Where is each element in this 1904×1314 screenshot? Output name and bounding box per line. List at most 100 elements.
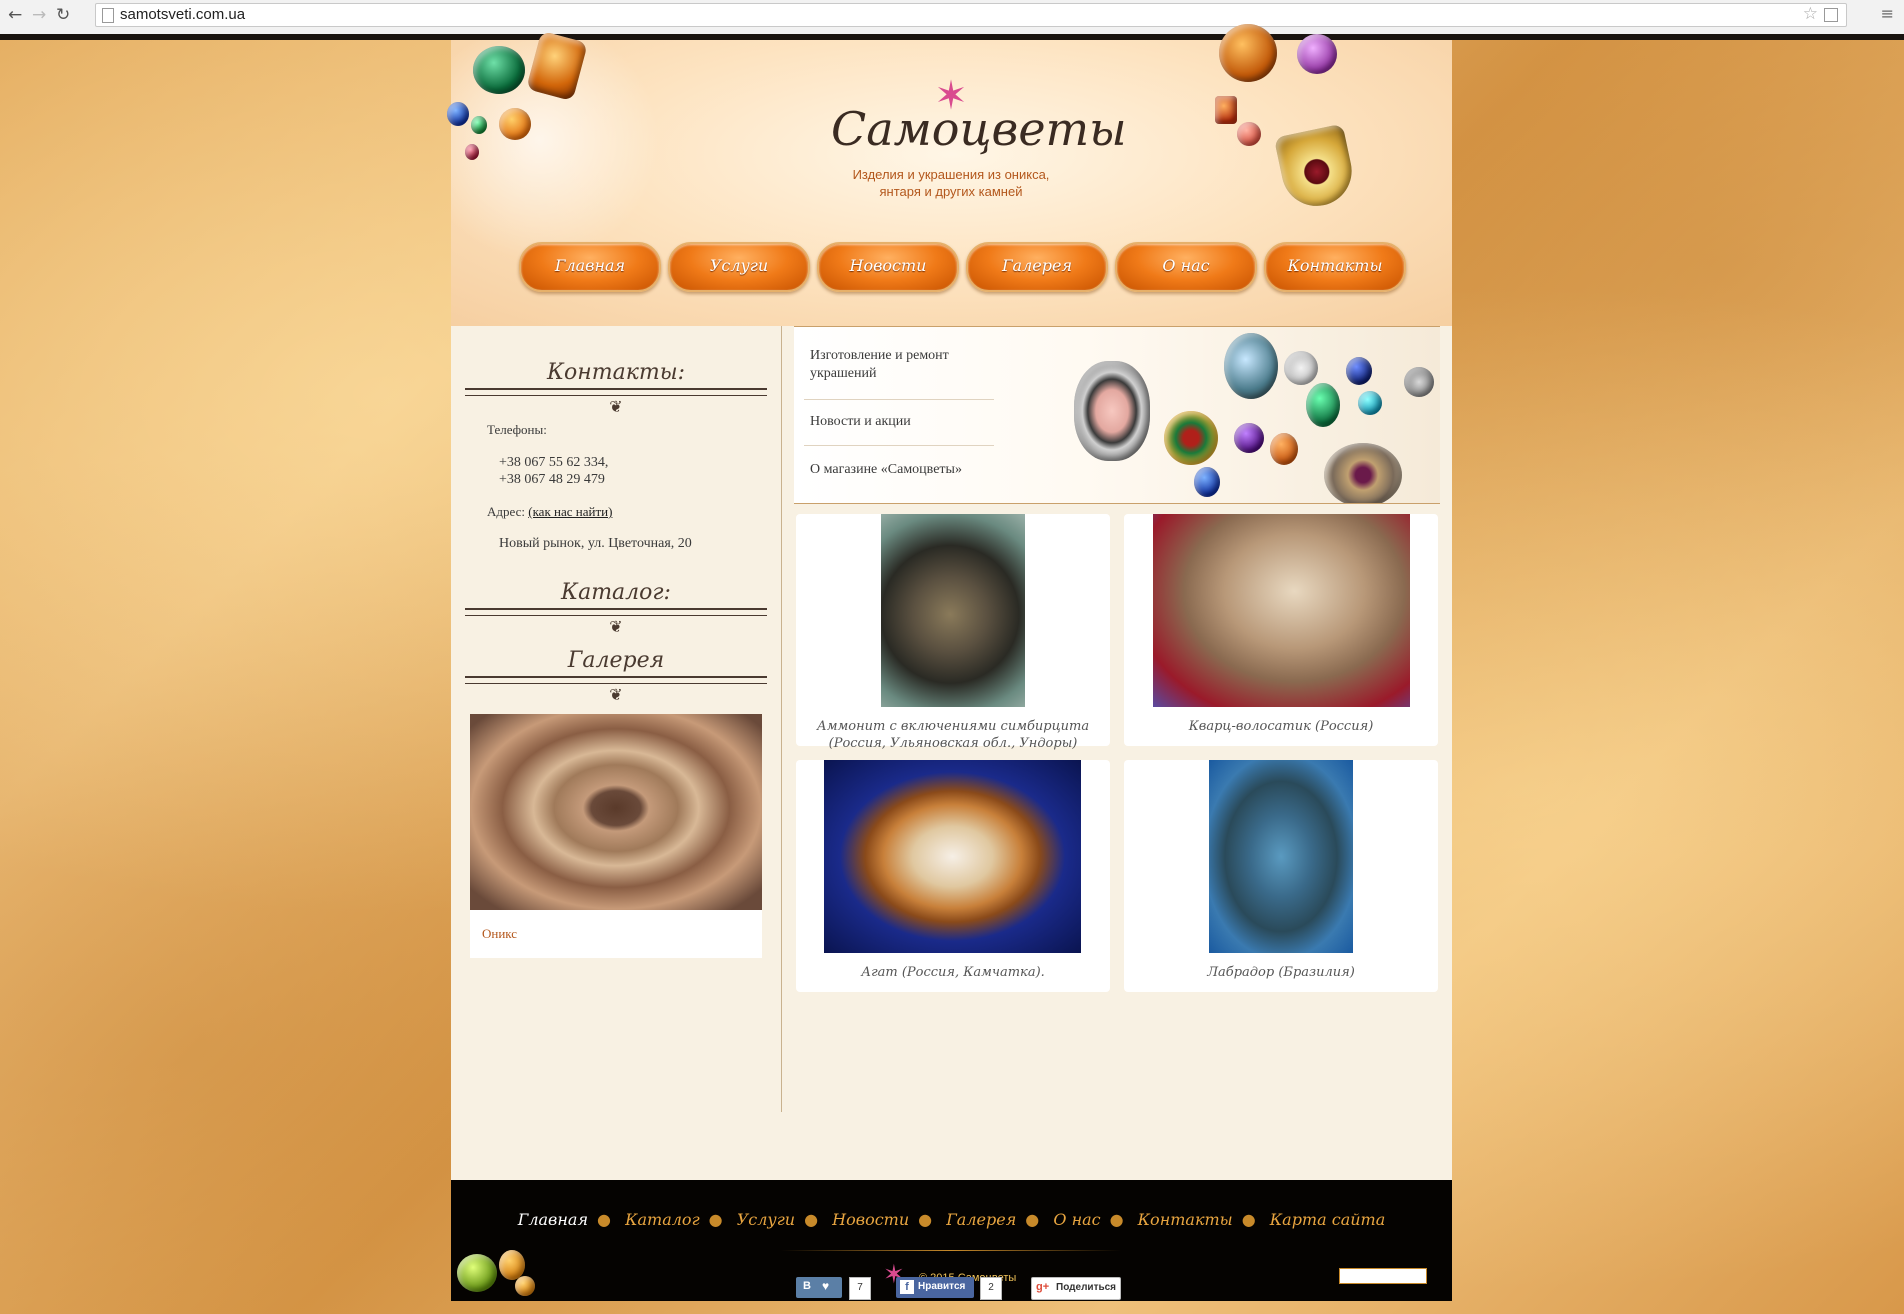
amber-round-gem-icon (1219, 24, 1277, 82)
visit-counter[interactable] (1339, 1268, 1427, 1284)
footer-link-catalog[interactable]: Каталог (625, 1210, 700, 1229)
menu-icon[interactable]: ≡ (1881, 4, 1894, 23)
divider (465, 676, 767, 684)
gallery-caption: Кварц-волосатик (Россия) (1188, 719, 1374, 734)
abalone-pendant-icon (1224, 333, 1278, 399)
divider (465, 608, 767, 616)
gallery-caption: Лабрадор (Бразилия) (1207, 965, 1355, 980)
quartz-photo[interactable] (1153, 514, 1410, 707)
column-divider (781, 326, 782, 1112)
ornament-icon: ❦ (609, 399, 623, 416)
citrine-gem-icon (499, 108, 531, 140)
extension-icon[interactable] (1824, 8, 1838, 22)
nav-gallery-button[interactable]: Галерея (966, 242, 1108, 292)
divider (465, 388, 767, 396)
footer-divider (781, 1250, 1121, 1251)
contacts-heading: Контакты: (546, 360, 686, 385)
footer-link-contacts[interactable]: Контакты (1138, 1210, 1233, 1229)
footer-link-home[interactable]: Главная (518, 1210, 588, 1229)
catalog-heading[interactable]: Каталог: (465, 578, 767, 608)
gallery-widget[interactable]: Оникс (470, 714, 762, 958)
vk-share-button[interactable]: В ♥ (796, 1277, 842, 1298)
jewelry-banner-image (1074, 327, 1440, 503)
page-icon (102, 8, 114, 23)
silver-bead-icon (1404, 367, 1434, 397)
ammonite-photo[interactable] (881, 514, 1025, 707)
gallery-card[interactable]: Аммонит с включениями симбирцита (Россия… (796, 514, 1110, 751)
banner-link-news[interactable]: Новости и акции (810, 413, 990, 431)
gallery-heading[interactable]: Галерея (465, 646, 767, 676)
back-arrow-icon[interactable]: ← (8, 5, 22, 25)
main-content: Контакты: ❦ Телефоны: +38 067 55 62 334,… (451, 326, 1452, 1180)
gallery-caption-link[interactable]: Оникс (482, 926, 517, 942)
garnet-gem-icon (1215, 96, 1237, 124)
moonstone-icon (1284, 351, 1318, 385)
malachite-icon (1306, 383, 1340, 427)
site-header: ✶ Самоцветы Изделия и украшения из оникс… (447, 24, 1452, 326)
nav-news-button[interactable]: Новости (817, 242, 959, 292)
address-text: Новый рынок, ул. Цветочная, 20 (499, 536, 692, 551)
facebook-icon: f (900, 1280, 914, 1294)
onyx-photo[interactable] (470, 714, 762, 910)
nav-home-button[interactable]: Главная (519, 242, 661, 292)
footer-link-news[interactable]: Новости (832, 1210, 909, 1229)
gallery-card[interactable]: Кварц-волосатик (Россия) (1124, 514, 1438, 746)
footer-nav: Главная ● Каталог ● Услуги ● Новости ● Галер… (517, 1210, 1386, 1229)
gallery-card[interactable]: Агат (Россия, Камчатка). (796, 760, 1110, 992)
phones-label: Телефоны: (487, 422, 547, 437)
site-logo-title[interactable]: Самоцветы (831, 102, 1127, 156)
site-page: ✶ Самоцветы Изделия и украшения из оникс… (447, 24, 1452, 1301)
gallery-card[interactable]: Лабрадор (Бразилия) (1124, 760, 1438, 992)
phone-2: +38 067 48 29 479 (499, 472, 605, 487)
url-text[interactable]: samotsveti.com.ua (120, 6, 245, 23)
nav-contacts-button[interactable]: Контакты (1264, 242, 1406, 292)
silver-pendant-icon (1074, 361, 1150, 461)
footer-link-about[interactable]: О нас (1053, 1210, 1100, 1229)
google-plus-icon: g+ (1036, 1281, 1050, 1293)
labradorite-photo[interactable] (1209, 760, 1353, 953)
banner-link-about[interactable]: О магазине «Самоцветы» (810, 461, 990, 479)
forward-arrow-icon[interactable]: → (32, 5, 46, 25)
amethyst-icon (1234, 423, 1264, 453)
address-label: Адрес: (487, 504, 525, 519)
fb-like-button[interactable]: f Нравится (896, 1277, 974, 1298)
footer-link-services[interactable]: Услуги (737, 1210, 795, 1229)
sidebar: Контакты: ❦ Телефоны: +38 067 55 62 334,… (465, 326, 767, 958)
pendant-icon (1273, 123, 1359, 213)
topaz-gem-icon (1237, 122, 1261, 146)
footer-link-gallery[interactable]: Галерея (946, 1210, 1016, 1229)
emerald-gem-icon (471, 116, 487, 134)
ruby-gem-icon (465, 144, 479, 160)
vk-count: 7 (849, 1277, 871, 1300)
phone-1: +38 067 55 62 334, (499, 455, 609, 470)
fb-count: 2 (980, 1277, 1002, 1300)
amber-icon (1270, 433, 1298, 465)
browser-toolbar: ← → ↻ samotsveti.com.ua ☆ ≡ (0, 0, 1904, 35)
services-banner: Изготовление и ремонт украшений Новости … (794, 326, 1440, 504)
sapphire-gem-icon (447, 102, 469, 126)
reload-icon[interactable]: ↻ (56, 5, 70, 25)
gplus-share-button[interactable]: g+ Поделиться (1031, 1277, 1121, 1300)
agate-photo[interactable] (824, 760, 1081, 953)
amber-small-icon (515, 1276, 535, 1296)
ornament-icon: ❦ (609, 687, 623, 704)
amethyst-gem-icon (1297, 34, 1337, 74)
main-nav: Главная Услуги Новости Галерея О нас Кон… (519, 242, 1406, 292)
nav-services-button[interactable]: Услуги (668, 242, 810, 292)
nav-about-button[interactable]: О нас (1115, 242, 1257, 292)
turquoise-icon (1358, 391, 1382, 415)
banner-link-repair[interactable]: Изготовление и ремонт украшений (810, 347, 990, 383)
sapphire-icon (1194, 467, 1220, 497)
gallery-caption: Агат (Россия, Камчатка). (861, 965, 1045, 980)
peridot-icon (457, 1254, 497, 1292)
bookmark-star-icon[interactable]: ☆ (1803, 4, 1818, 24)
how-to-find-link[interactable]: (как нас найти) (528, 504, 612, 519)
gallery-caption: Аммонит с включениями симбирцита (Россия… (816, 719, 1090, 751)
brooch-icon (1164, 411, 1218, 465)
heart-icon: ♥ (822, 1279, 830, 1293)
silver-brooch-icon (1324, 443, 1402, 503)
address-bar[interactable]: samotsveti.com.ua ☆ (95, 3, 1847, 27)
footer-link-sitemap[interactable]: Карта сайта (1270, 1210, 1385, 1229)
ornament-icon: ❦ (609, 619, 623, 636)
site-tagline: Изделия и украшения из оникса, янтаря и … (852, 167, 1050, 199)
